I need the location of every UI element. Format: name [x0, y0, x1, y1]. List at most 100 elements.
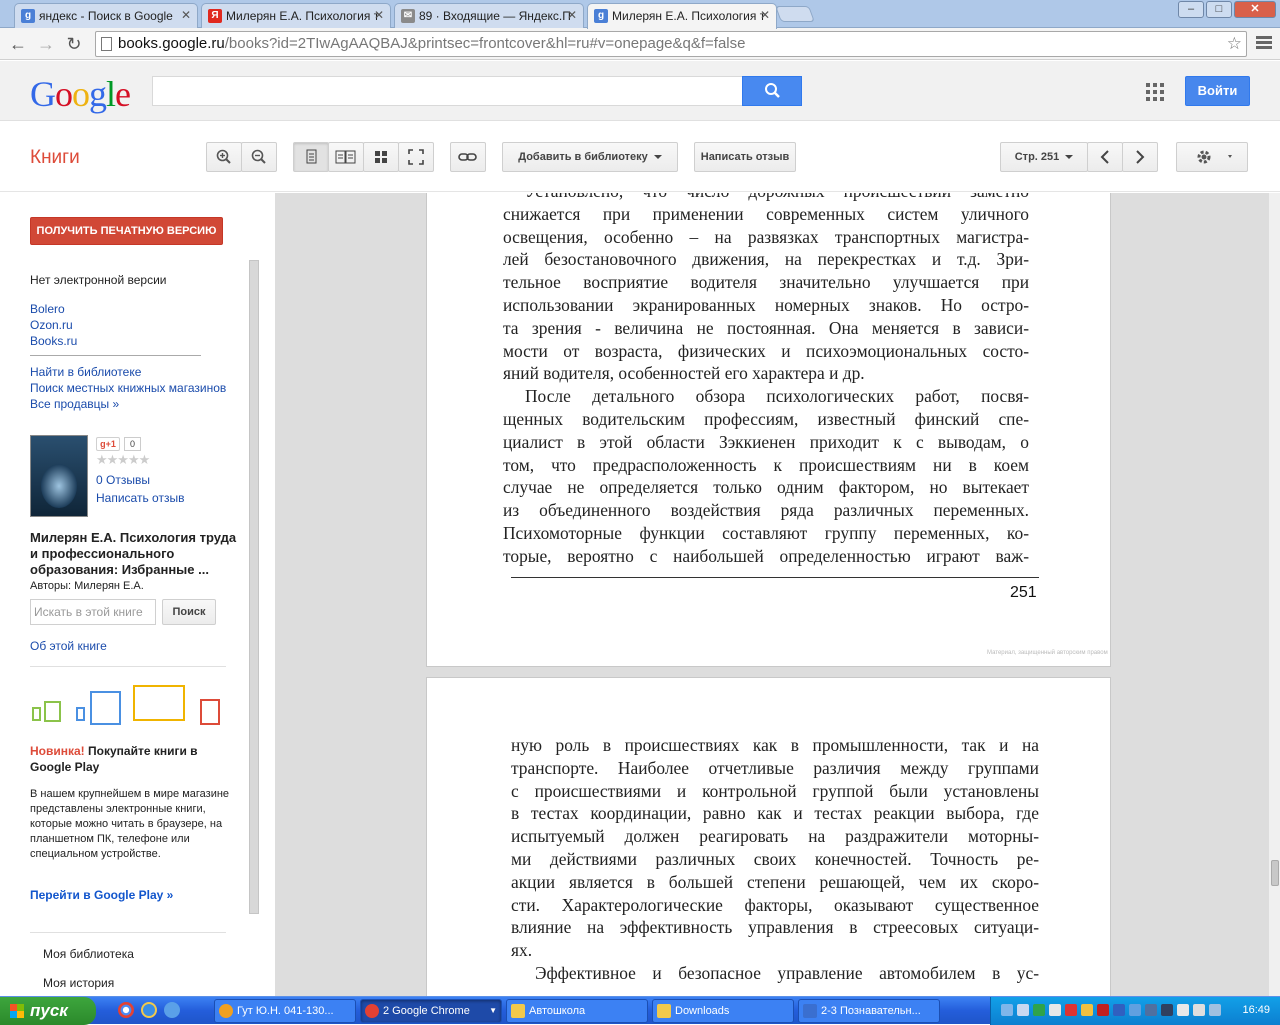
- tray-app-icon[interactable]: [1145, 1004, 1157, 1016]
- text-line: тельное восприятие водителя значительно …: [503, 272, 1029, 293]
- taskbar-item-document[interactable]: 2-3 Познавательн...: [798, 999, 940, 1023]
- go-to-play-link[interactable]: Перейти в Google Play »: [30, 888, 173, 902]
- close-window-button[interactable]: ✕: [1234, 1, 1276, 18]
- antivirus-icon[interactable]: [1097, 1004, 1109, 1016]
- volume-icon[interactable]: [1193, 1004, 1205, 1016]
- start-button[interactable]: пуск: [0, 997, 96, 1025]
- tray-app-icon[interactable]: [1113, 1004, 1125, 1016]
- store-link-bolero[interactable]: Bolero: [30, 302, 65, 316]
- close-icon[interactable]: ✕: [374, 8, 384, 22]
- tray-app-icon[interactable]: [1081, 1004, 1093, 1016]
- tray-app-icon[interactable]: [1161, 1004, 1173, 1016]
- browser-tab-4-active[interactable]: g Милерян Е.А. Психология т ✕: [587, 3, 777, 29]
- my-library-link[interactable]: Моя библиотека: [43, 947, 134, 961]
- tab-title: 89 · Входящие — Яндекс.П: [419, 9, 571, 23]
- reviews-link[interactable]: 0 Отзывы: [96, 473, 150, 487]
- text-line: Эффективное и безопасное управление авто…: [535, 962, 1039, 983]
- zoom-in-button[interactable]: [206, 142, 242, 172]
- two-page-view-button[interactable]: [328, 142, 364, 172]
- get-print-version-button[interactable]: ПОЛУЧИТЬ ПЕЧАТНУЮ ВЕРСИЮ: [30, 217, 223, 245]
- book-page-252: ную роль в происшествиях как в промышлен…: [426, 677, 1111, 996]
- tray-app-icon[interactable]: [1017, 1004, 1029, 1016]
- browser-tab-3[interactable]: ✉ 89 · Входящие — Яндекс.П ✕: [394, 3, 584, 28]
- text-line: ную роль в происшествиях как в промышлен…: [511, 735, 1039, 755]
- search-button[interactable]: [742, 76, 802, 106]
- single-page-view-button[interactable]: [293, 142, 329, 172]
- taskbar-item-chrome[interactable]: 2 Google Chrome ▼: [360, 999, 502, 1023]
- bookmark-star-icon[interactable]: ☆: [1227, 32, 1242, 56]
- link-button[interactable]: [450, 142, 486, 172]
- add-to-library-button[interactable]: Добавить в библиотеку: [502, 142, 678, 172]
- all-sellers-link[interactable]: Все продавцы »: [30, 397, 119, 411]
- maximize-button[interactable]: □: [1206, 1, 1232, 18]
- minimize-button[interactable]: –: [1178, 1, 1204, 18]
- chrome-quicklaunch-icon[interactable]: [118, 1002, 134, 1018]
- network-icon[interactable]: [1001, 1004, 1013, 1016]
- settings-button[interactable]: [1176, 142, 1248, 172]
- address-bar[interactable]: books.google.ru/books?id=2TIwAgAAQBAJ&pr…: [95, 31, 1247, 57]
- browser-menu-icon[interactable]: [1256, 34, 1272, 52]
- windows-taskbar: пуск Гут Ю.Н. 041-130... 2 Google Chrome…: [0, 996, 1280, 1025]
- taskbar-item-folder-autoschool[interactable]: Автошкола: [506, 999, 648, 1023]
- taskbar-item-1[interactable]: Гут Ю.Н. 041-130...: [214, 999, 356, 1023]
- books-title[interactable]: Книги: [30, 147, 80, 169]
- sidebar-scrollbar[interactable]: [249, 260, 259, 914]
- taskbar-item-folder-downloads[interactable]: Downloads: [652, 999, 794, 1023]
- page-number: 251: [1010, 584, 1037, 601]
- browser-tab-1[interactable]: g яндекс - Поиск в Google ✕: [14, 3, 198, 28]
- text-line: влияние на эффективность управления в ст…: [511, 917, 1039, 938]
- scrollbar-thumb[interactable]: [1271, 860, 1279, 886]
- write-review-link[interactable]: Написать отзыв: [96, 491, 184, 505]
- write-review-button[interactable]: Написать отзыв: [694, 142, 796, 172]
- books-toolbar: Книги Добавить в библиотеку Написать отз…: [0, 122, 1280, 192]
- copyright-notice: Материал, защищенный авторским правом: [987, 650, 1108, 656]
- fullscreen-button[interactable]: [398, 142, 434, 172]
- close-icon[interactable]: ✕: [760, 8, 770, 22]
- tray-app-icon[interactable]: [1129, 1004, 1141, 1016]
- reload-icon[interactable]: ↻: [62, 32, 86, 56]
- search-in-book-input[interactable]: Искать в этой книге: [30, 599, 156, 625]
- new-tab-button[interactable]: [775, 6, 815, 22]
- find-in-library-link[interactable]: Найти в библиотеке: [30, 365, 141, 379]
- about-book-link[interactable]: Об этой книге: [30, 639, 107, 653]
- search-in-book-button[interactable]: Поиск: [162, 599, 216, 625]
- tray-app-icon[interactable]: [1049, 1004, 1061, 1016]
- text-line: лей безостановочного движения, на перекр…: [503, 249, 1029, 270]
- store-link-books-ru[interactable]: Books.ru: [30, 334, 77, 348]
- text-line: освещения, особенно – на развязках транс…: [503, 226, 1029, 247]
- local-stores-link[interactable]: Поиск местных книжных магазинов: [30, 381, 226, 395]
- close-icon[interactable]: ✕: [567, 8, 577, 22]
- tray-app-icon[interactable]: [1209, 1004, 1221, 1016]
- tab-title: яндекс - Поиск в Google: [39, 9, 173, 23]
- signin-button[interactable]: Войти: [1185, 76, 1250, 106]
- book-viewer[interactable]: Установлено, что число дорожных происшес…: [275, 193, 1268, 996]
- tray-app-icon[interactable]: [1033, 1004, 1045, 1016]
- back-arrow-icon[interactable]: ←: [6, 32, 30, 56]
- text-line: мости от возраста, физических и психоэмо…: [503, 340, 1029, 361]
- book-cover-thumbnail[interactable]: [30, 435, 88, 517]
- browser-tab-2[interactable]: Я Милерян Е.А. Психология т ✕: [201, 3, 391, 28]
- tray-app-icon[interactable]: [1065, 1004, 1077, 1016]
- prev-page-button[interactable]: [1087, 142, 1123, 172]
- next-page-button[interactable]: [1122, 142, 1158, 172]
- app-quicklaunch-icon[interactable]: [164, 1002, 180, 1018]
- task-label: 2-3 Познавательн...: [821, 1005, 921, 1017]
- zoom-out-button[interactable]: [241, 142, 277, 172]
- tray-app-icon[interactable]: [1177, 1004, 1189, 1016]
- forward-arrow-icon[interactable]: →: [34, 32, 58, 56]
- viewer-scrollbar[interactable]: [1268, 193, 1280, 996]
- my-history-link[interactable]: Моя история: [43, 976, 114, 990]
- text-line: торые, вероятно с наибольшей определенно…: [503, 545, 1029, 566]
- play-promo-title: Новинка! Покупайте книги в Google Play: [30, 743, 230, 775]
- folder-icon: [657, 1004, 671, 1018]
- page-selector[interactable]: Стр. 251: [1000, 142, 1088, 172]
- google-search-input[interactable]: [152, 76, 743, 106]
- google-logo[interactable]: Google: [30, 73, 131, 115]
- store-link-ozon[interactable]: Ozon.ru: [30, 318, 73, 332]
- text-line: акции является в большей степени решающе…: [511, 871, 1039, 892]
- apps-grid-icon[interactable]: [1146, 83, 1164, 101]
- gplus-button[interactable]: g+1: [96, 437, 120, 451]
- ie-quicklaunch-icon[interactable]: [141, 1002, 157, 1018]
- close-icon[interactable]: ✕: [181, 8, 191, 22]
- thumbnail-view-button[interactable]: [363, 142, 399, 172]
